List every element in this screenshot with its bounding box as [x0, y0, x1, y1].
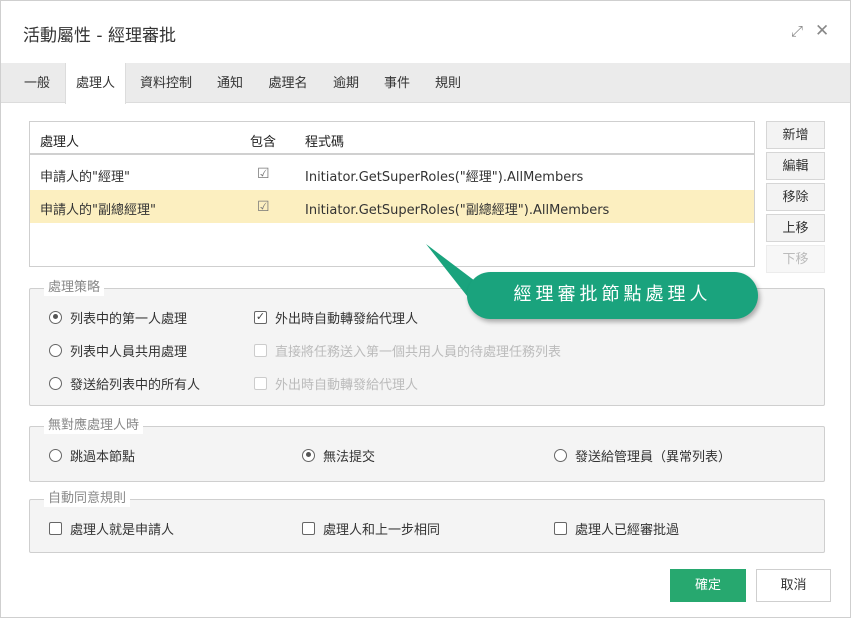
- radio-icon: [554, 448, 567, 462]
- radio-icon: [49, 343, 62, 357]
- auto-forward-checkbox[interactable]: ✓ 外出時自動轉發給代理人: [254, 308, 419, 327]
- tab-overdue[interactable]: 逾期: [323, 63, 369, 103]
- radio-icon: [49, 376, 62, 390]
- strategy-option-first[interactable]: 列表中的第一人處理: [49, 308, 188, 327]
- checkbox-icon: [302, 521, 315, 535]
- move-up-button[interactable]: 上移: [766, 214, 825, 242]
- edit-button[interactable]: 編輯: [766, 152, 825, 180]
- header-code: 程式碼: [305, 135, 345, 150]
- row-handler: 申請人的"副總經理": [40, 203, 156, 218]
- option-label: 跳過本節點: [70, 449, 136, 465]
- activity-properties-dialog: 活動屬性 - 經理審批 ⤢ ✕ 一般 處理人 資料控制 通知 處理名 逾期 事件…: [0, 0, 851, 618]
- handler-grid: 處理人 包含 程式碼 申請人的"經理" ☑ Initiator.GetSuper…: [29, 121, 755, 267]
- include-check-icon: ☑: [257, 166, 270, 182]
- tab-bar: 一般 處理人 資料控制 通知 處理名 逾期 事件 規則: [1, 63, 850, 104]
- strategy-option-shared[interactable]: 列表中人員共用處理: [49, 341, 188, 360]
- direct-to-first-checkbox[interactable]: 直接將任務送入第一個共用人員的待處理任務列表: [254, 341, 562, 360]
- strategy-legend: 處理策略: [44, 280, 105, 296]
- row-code: Initiator.GetSuperRoles("經理").AllMembers: [305, 170, 584, 185]
- tab-notification[interactable]: 通知: [207, 63, 253, 103]
- cancel-button[interactable]: 取消: [756, 569, 831, 602]
- table-row[interactable]: 申請人的"經理" ☑ Initiator.GetSuperRoles("經理")…: [30, 157, 754, 190]
- skip-node-option[interactable]: 跳過本節點: [49, 446, 136, 465]
- handler-is-applicant-checkbox[interactable]: 處理人就是申請人: [49, 519, 175, 538]
- ok-button[interactable]: 確定: [670, 569, 746, 602]
- checkbox-label: 外出時自動轉發給代理人: [275, 311, 419, 327]
- option-label: 發送給管理員（異常列表）: [575, 449, 732, 465]
- radio-selected-icon: [49, 310, 62, 324]
- checkbox-checked-icon: ✓: [254, 309, 267, 324]
- checkbox-icon: [554, 521, 567, 535]
- tab-events[interactable]: 事件: [374, 63, 420, 103]
- auto-forward-disabled-checkbox[interactable]: 外出時自動轉發給代理人: [254, 374, 419, 393]
- checkbox-label: 處理人已經審批過: [575, 522, 680, 538]
- tab-handler-name[interactable]: 處理名: [259, 63, 317, 103]
- send-to-admin-option[interactable]: 發送給管理員（異常列表）: [554, 446, 732, 465]
- cannot-submit-option[interactable]: 無法提交: [302, 446, 376, 465]
- option-label: 列表中的第一人處理: [70, 311, 188, 327]
- tab-handler[interactable]: 處理人: [65, 63, 126, 104]
- checkbox-label: 直接將任務送入第一個共用人員的待處理任務列表: [275, 344, 562, 360]
- dialog-title: 活動屬性 - 經理審批: [23, 26, 176, 46]
- same-as-previous-checkbox[interactable]: 處理人和上一步相同: [302, 519, 441, 538]
- checkbox-label: 外出時自動轉發給代理人: [275, 377, 419, 393]
- checkbox-icon: [254, 376, 267, 390]
- remove-button[interactable]: 移除: [766, 183, 825, 211]
- checkbox-icon: [254, 343, 267, 357]
- expand-icon[interactable]: ⤢: [791, 21, 803, 41]
- option-label: 發送給列表中的所有人: [70, 377, 201, 393]
- tab-rules[interactable]: 規則: [425, 63, 471, 103]
- table-row-selected[interactable]: 申請人的"副總經理" ☑ Initiator.GetSuperRoles("副總…: [30, 190, 754, 223]
- add-button[interactable]: 新增: [766, 121, 825, 149]
- auto-agree-legend: 自動同意規則: [44, 491, 131, 507]
- header-handler: 處理人: [40, 135, 80, 150]
- header-include: 包含: [250, 135, 277, 150]
- checkbox-icon: [49, 521, 62, 535]
- no-handler-legend: 無對應處理人時: [44, 418, 144, 434]
- move-down-button[interactable]: 下移: [766, 245, 825, 273]
- row-handler: 申請人的"經理": [40, 170, 130, 185]
- include-check-icon: ☑: [257, 199, 270, 215]
- callout-annotation: 經理審批節點處理人: [467, 272, 758, 319]
- tab-data-control[interactable]: 資料控制: [131, 63, 201, 103]
- row-code: Initiator.GetSuperRoles("副總經理").AllMembe…: [305, 203, 610, 218]
- strategy-option-all[interactable]: 發送給列表中的所有人: [49, 374, 201, 393]
- radio-icon: [49, 448, 62, 462]
- checkbox-label: 處理人就是申請人: [70, 522, 175, 538]
- option-label: 列表中人員共用處理: [70, 344, 188, 360]
- checkbox-label: 處理人和上一步相同: [323, 522, 441, 538]
- option-label: 無法提交: [323, 449, 376, 465]
- grid-header: 處理人 包含 程式碼: [30, 122, 754, 155]
- already-approved-checkbox[interactable]: 處理人已經審批過: [554, 519, 680, 538]
- radio-selected-icon: [302, 448, 315, 462]
- close-icon[interactable]: ✕: [815, 21, 829, 41]
- tab-general[interactable]: 一般: [15, 63, 59, 103]
